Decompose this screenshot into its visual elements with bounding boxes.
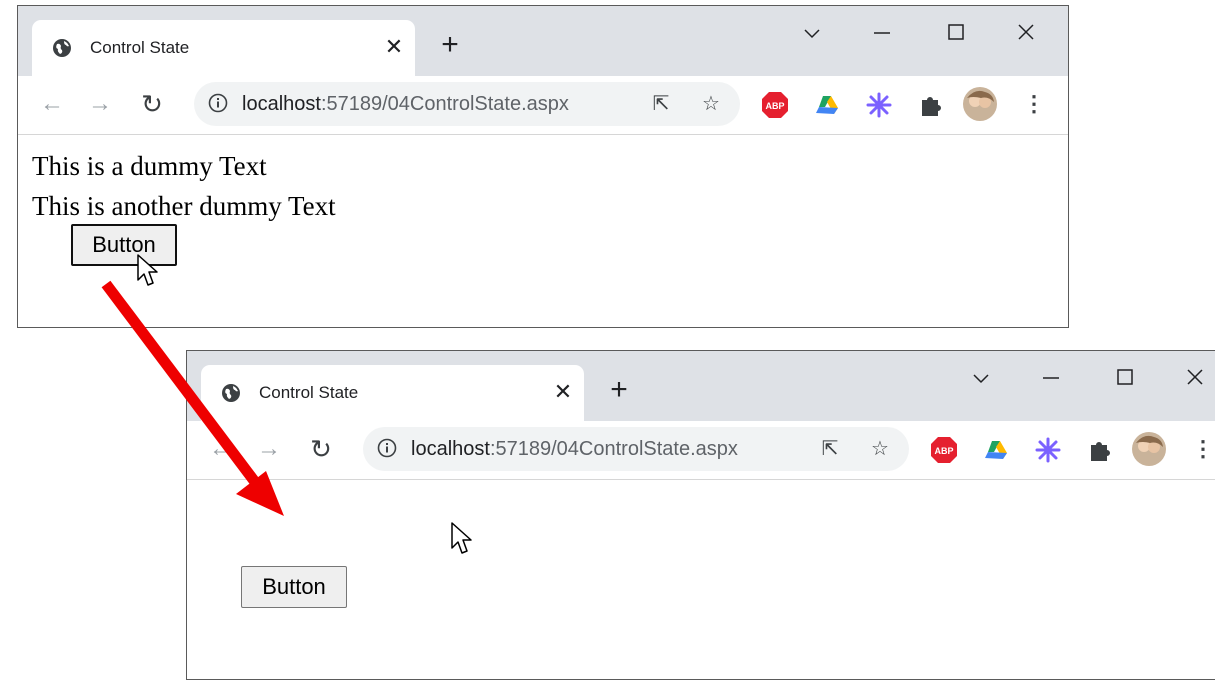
mouse-pointer-icon xyxy=(451,522,472,554)
address-bar[interactable]: localhost:57189/04ControlState.aspx ⇱ ☆ xyxy=(363,427,909,471)
globe-icon xyxy=(53,39,71,57)
google-drive-icon[interactable] xyxy=(812,90,842,120)
chevron-down-icon[interactable] xyxy=(953,357,1009,397)
share-icon[interactable]: ⇱ xyxy=(815,434,845,464)
close-icon[interactable]: ✕ xyxy=(548,377,578,407)
tab-strip: Control State ✕ + xyxy=(187,351,1215,422)
star-icon[interactable]: ☆ xyxy=(865,434,895,464)
url-text: localhost:57189/04ControlState.aspx xyxy=(242,93,569,115)
maximize-icon[interactable] xyxy=(1097,357,1153,397)
svg-text:ABP: ABP xyxy=(934,446,953,456)
google-drive-icon[interactable] xyxy=(981,435,1011,465)
browser-tab[interactable]: Control State ✕ xyxy=(201,365,584,422)
close-window-icon[interactable] xyxy=(1167,357,1215,397)
plus-icon[interactable]: + xyxy=(432,28,468,64)
browser-window-after: Control State ✕ + ← → ↻ localhost:57189/… xyxy=(186,350,1215,680)
tab-title: Control State xyxy=(90,38,190,57)
svg-text:ABP: ABP xyxy=(765,101,784,111)
toolbar: ← → ↻ localhost:57189/04ControlState.asp… xyxy=(18,76,1068,135)
chevron-down-icon[interactable] xyxy=(784,12,840,52)
page-content: This is a dummy Text This is another dum… xyxy=(18,135,1068,327)
reload-icon[interactable]: ↻ xyxy=(134,86,170,122)
reload-icon[interactable]: ↻ xyxy=(303,431,339,467)
back-icon[interactable]: ← xyxy=(34,86,70,122)
extension-sparkle-icon[interactable] xyxy=(1033,435,1063,465)
adblock-plus-icon[interactable]: ABP xyxy=(760,90,790,120)
star-icon[interactable]: ☆ xyxy=(696,89,726,119)
browser-tab[interactable]: Control State ✕ xyxy=(32,20,415,77)
tab-strip: Control State ✕ + xyxy=(18,6,1068,77)
browser-window-before: Control State ✕ + ← → ↻ localhost:57189/… xyxy=(17,5,1069,328)
close-icon[interactable]: ✕ xyxy=(379,32,409,62)
globe-icon xyxy=(222,384,240,402)
more-icon[interactable]: ⋮ xyxy=(1185,431,1215,467)
extension-sparkle-icon[interactable] xyxy=(864,90,894,120)
close-window-icon[interactable] xyxy=(998,12,1054,52)
profile-avatar-icon[interactable] xyxy=(1131,431,1167,467)
toolbar: ← → ↻ localhost:57189/04ControlState.asp… xyxy=(187,421,1215,480)
minimize-icon[interactable] xyxy=(854,12,910,52)
profile-avatar-icon[interactable] xyxy=(962,86,998,122)
tab-title: Control State xyxy=(259,383,359,402)
back-icon[interactable]: ← xyxy=(203,431,239,467)
forward-icon[interactable]: → xyxy=(82,86,118,122)
page-content: Button xyxy=(187,480,1215,679)
puzzle-icon[interactable] xyxy=(916,90,946,120)
url-text: localhost:57189/04ControlState.aspx xyxy=(411,438,738,460)
puzzle-icon[interactable] xyxy=(1085,435,1115,465)
info-icon xyxy=(377,438,397,458)
forward-icon[interactable]: → xyxy=(251,431,287,467)
another-dummy-text-label: This is another dummy Text xyxy=(32,191,336,221)
share-icon[interactable]: ⇱ xyxy=(646,89,676,119)
address-bar[interactable]: localhost:57189/04ControlState.aspx ⇱ ☆ xyxy=(194,82,740,126)
dummy-text-label: This is a dummy Text xyxy=(32,151,267,181)
minimize-icon[interactable] xyxy=(1023,357,1079,397)
mouse-pointer-icon xyxy=(137,254,158,286)
adblock-plus-icon[interactable]: ABP xyxy=(929,435,959,465)
maximize-icon[interactable] xyxy=(928,12,984,52)
info-icon xyxy=(208,93,228,113)
submit-button[interactable]: Button xyxy=(241,566,347,608)
plus-icon[interactable]: + xyxy=(601,373,637,409)
more-icon[interactable]: ⋮ xyxy=(1016,86,1052,122)
